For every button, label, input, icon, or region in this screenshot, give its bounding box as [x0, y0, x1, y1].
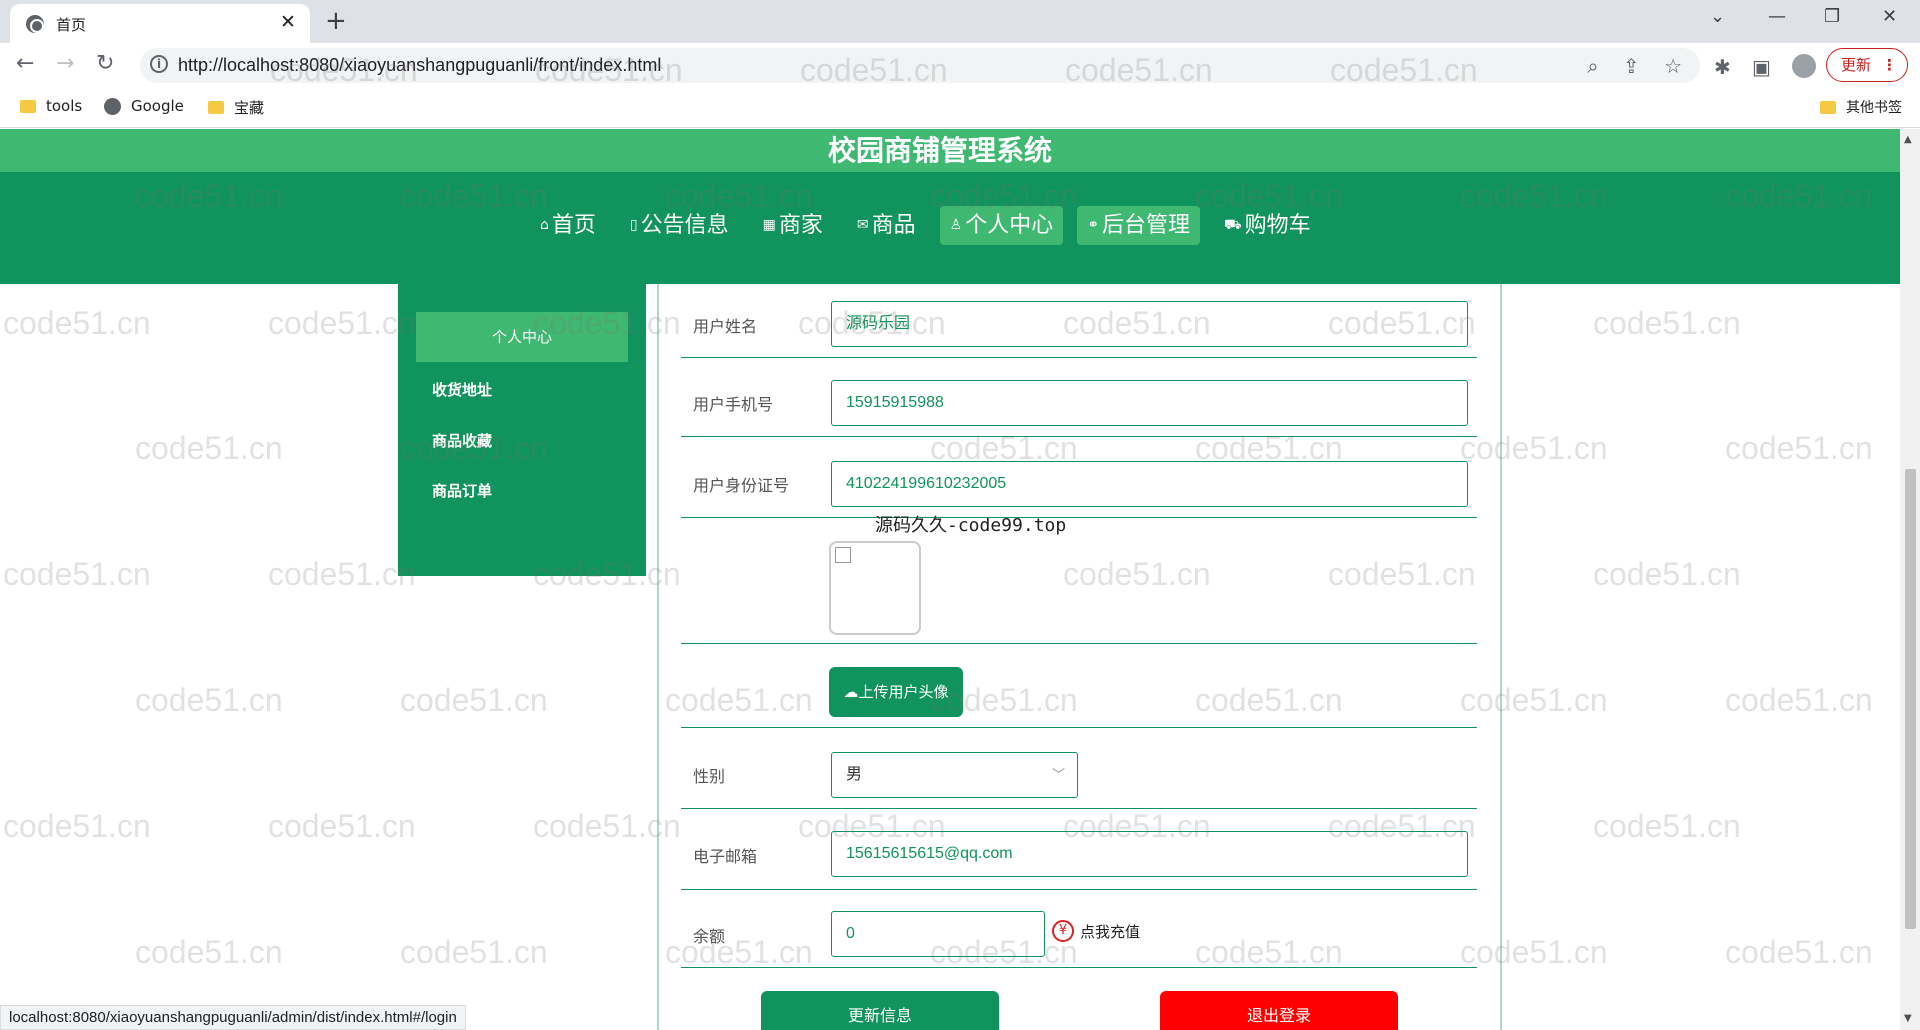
name-input[interactable]: 源码乐园 — [831, 301, 1468, 347]
home-icon: ⌂ — [540, 217, 549, 233]
tab-title: 首页 — [56, 16, 87, 34]
scroll-thumb[interactable] — [1905, 469, 1916, 929]
cart-icon: ⛟ — [1223, 217, 1242, 233]
address-bar[interactable]: i http://localhost:8080/xiaoyuanshangpug… — [140, 48, 1700, 83]
name-row: 用户姓名 源码乐园 — [681, 300, 1477, 358]
bookmarks-bar: tools Google 宝藏 其他书签 — [0, 88, 1920, 128]
globe-icon — [26, 15, 44, 33]
zoom-icon[interactable]: ⌕ — [1587, 54, 1598, 78]
sidebar-item-favorites[interactable]: 商品收藏 — [416, 416, 628, 466]
gender-select[interactable]: 男 ﹀ — [831, 752, 1078, 798]
browser-tab[interactable]: 首页 ✕ — [10, 4, 310, 43]
browser-tab-strip: 首页 ✕ + ⌄ — ❐ ✕ — [0, 0, 1920, 43]
email-row: 电子邮箱 15615615615@qq.com — [681, 809, 1477, 890]
info-icon[interactable]: i — [150, 55, 168, 73]
idcard-row: 用户身份证号 410224199610232005 — [681, 437, 1477, 518]
idcard-input[interactable]: 410224199610232005 — [831, 461, 1468, 507]
status-url: localhost:8080/xiaoyuanshangpuguanli/adm… — [0, 1005, 466, 1030]
nav-merchant[interactable]: ▦ 商家 — [753, 206, 833, 245]
email-label: 电子邮箱 — [693, 847, 758, 866]
avatar-caption: 源码久久-code99.top — [875, 515, 1067, 536]
nav-personal-center[interactable]: ♙ 个人中心 — [939, 206, 1064, 245]
balance-input[interactable]: 0 — [831, 911, 1045, 957]
nav-cart[interactable]: ⛟ 购物车 — [1214, 206, 1321, 245]
folder-icon — [208, 101, 224, 114]
email-input[interactable]: 15615615615@qq.com — [831, 831, 1468, 877]
nav-home[interactable]: ⌂ 首页 — [530, 206, 606, 245]
minimize-icon[interactable]: — — [1768, 6, 1786, 27]
address-toolbar: ← → ↻ i http://localhost:8080/xiaoyuansh… — [0, 43, 1920, 88]
extensions-icon[interactable]: ✱ — [1714, 55, 1731, 79]
page-scrollbar[interactable]: ▲ ▼ — [1900, 129, 1920, 1030]
name-label: 用户姓名 — [693, 317, 758, 336]
phone-label: 用户手机号 — [693, 395, 774, 414]
nav-admin[interactable]: ⚭ 后台管理 — [1077, 206, 1200, 245]
folder-icon — [1820, 100, 1836, 114]
phone-row: 用户手机号 15915915988 — [681, 358, 1477, 437]
site-title: 校园商铺管理系统 — [827, 134, 1052, 167]
main-nav: ⌂ 首页 ▯ 公告信息 ▦ 商家 ✉ 商品 ♙ 个人中心 ⚭ 后台管理 ⛟ 购物… — [0, 172, 1900, 284]
browser-update-button[interactable]: 更新 ⋮ — [1826, 48, 1908, 82]
broken-image-icon — [835, 547, 851, 563]
balance-label: 余额 — [693, 927, 726, 946]
user-icon: ♙ — [949, 217, 963, 233]
update-info-button[interactable]: 更新信息 — [761, 991, 999, 1030]
profile-avatar[interactable] — [1792, 54, 1816, 78]
phone-input[interactable]: 15915915988 — [831, 380, 1468, 426]
globe-icon — [104, 97, 121, 115]
gender-label: 性别 — [693, 767, 726, 786]
scroll-up-icon[interactable]: ▲ — [1904, 134, 1912, 145]
yen-icon: ¥ — [1052, 920, 1074, 942]
mail-icon: ✉ — [856, 217, 869, 233]
restore-icon[interactable]: ❐ — [1824, 6, 1840, 27]
sidebar: 个人中心 收货地址 商品收藏 商品订单 — [398, 284, 646, 576]
nav-notice[interactable]: ▯ 公告信息 — [620, 206, 739, 245]
chevron-down-icon: ﹀ — [1051, 767, 1065, 782]
upload-row — [681, 644, 1477, 728]
bookmark-treasure[interactable]: 宝藏 — [208, 97, 264, 118]
notice-icon: ▯ — [629, 217, 638, 233]
logout-button[interactable]: 退出登录 — [1160, 991, 1398, 1030]
forward-icon[interactable]: → — [56, 51, 74, 76]
scroll-down-icon[interactable]: ▼ — [1904, 1013, 1912, 1024]
sidebar-item-address[interactable]: 收货地址 — [416, 365, 628, 415]
upload-avatar-button[interactable]: ☁上传用户头像 — [829, 667, 963, 717]
gender-row: 性别 男 ﹀ — [681, 728, 1477, 809]
sidebar-item-orders[interactable]: 商品订单 — [416, 466, 628, 516]
close-tab-icon[interactable]: ✕ — [280, 11, 296, 33]
recharge-link[interactable]: ¥ 点我充值 — [1052, 920, 1140, 942]
nav-goods[interactable]: ✉ 商品 — [847, 206, 926, 245]
avatar-row — [681, 518, 1477, 644]
side-panel-icon[interactable]: ▣ — [1752, 55, 1771, 79]
link-icon: ⚭ — [1087, 217, 1099, 233]
back-icon[interactable]: ← — [16, 51, 34, 76]
url-text[interactable]: http://localhost:8080/xiaoyuanshangpugua… — [178, 55, 661, 76]
folder-icon — [20, 99, 36, 113]
shop-icon: ▦ — [762, 217, 776, 233]
tab-search-icon[interactable]: ⌄ — [1710, 6, 1725, 27]
reload-icon[interactable]: ↻ — [96, 51, 114, 76]
site-header: 校园商铺管理系统 — [0, 129, 1900, 172]
close-window-icon[interactable]: ✕ — [1882, 6, 1897, 27]
bookmark-google[interactable]: Google — [104, 97, 184, 115]
idcard-label: 用户身份证号 — [693, 476, 790, 495]
share-icon[interactable]: ⇪ — [1623, 54, 1640, 78]
new-tab-icon[interactable]: + — [325, 6, 347, 36]
bookmark-tools[interactable]: tools — [20, 97, 82, 115]
menu-dots-icon: ⋮ — [1882, 56, 1897, 74]
bookmark-other[interactable]: 其他书签 — [1820, 97, 1902, 117]
sidebar-item-personal-center[interactable]: 个人中心 — [416, 312, 628, 362]
avatar-image — [829, 541, 921, 635]
cloud-upload-icon: ☁ — [843, 683, 859, 701]
bookmark-star-icon[interactable]: ☆ — [1664, 54, 1682, 78]
